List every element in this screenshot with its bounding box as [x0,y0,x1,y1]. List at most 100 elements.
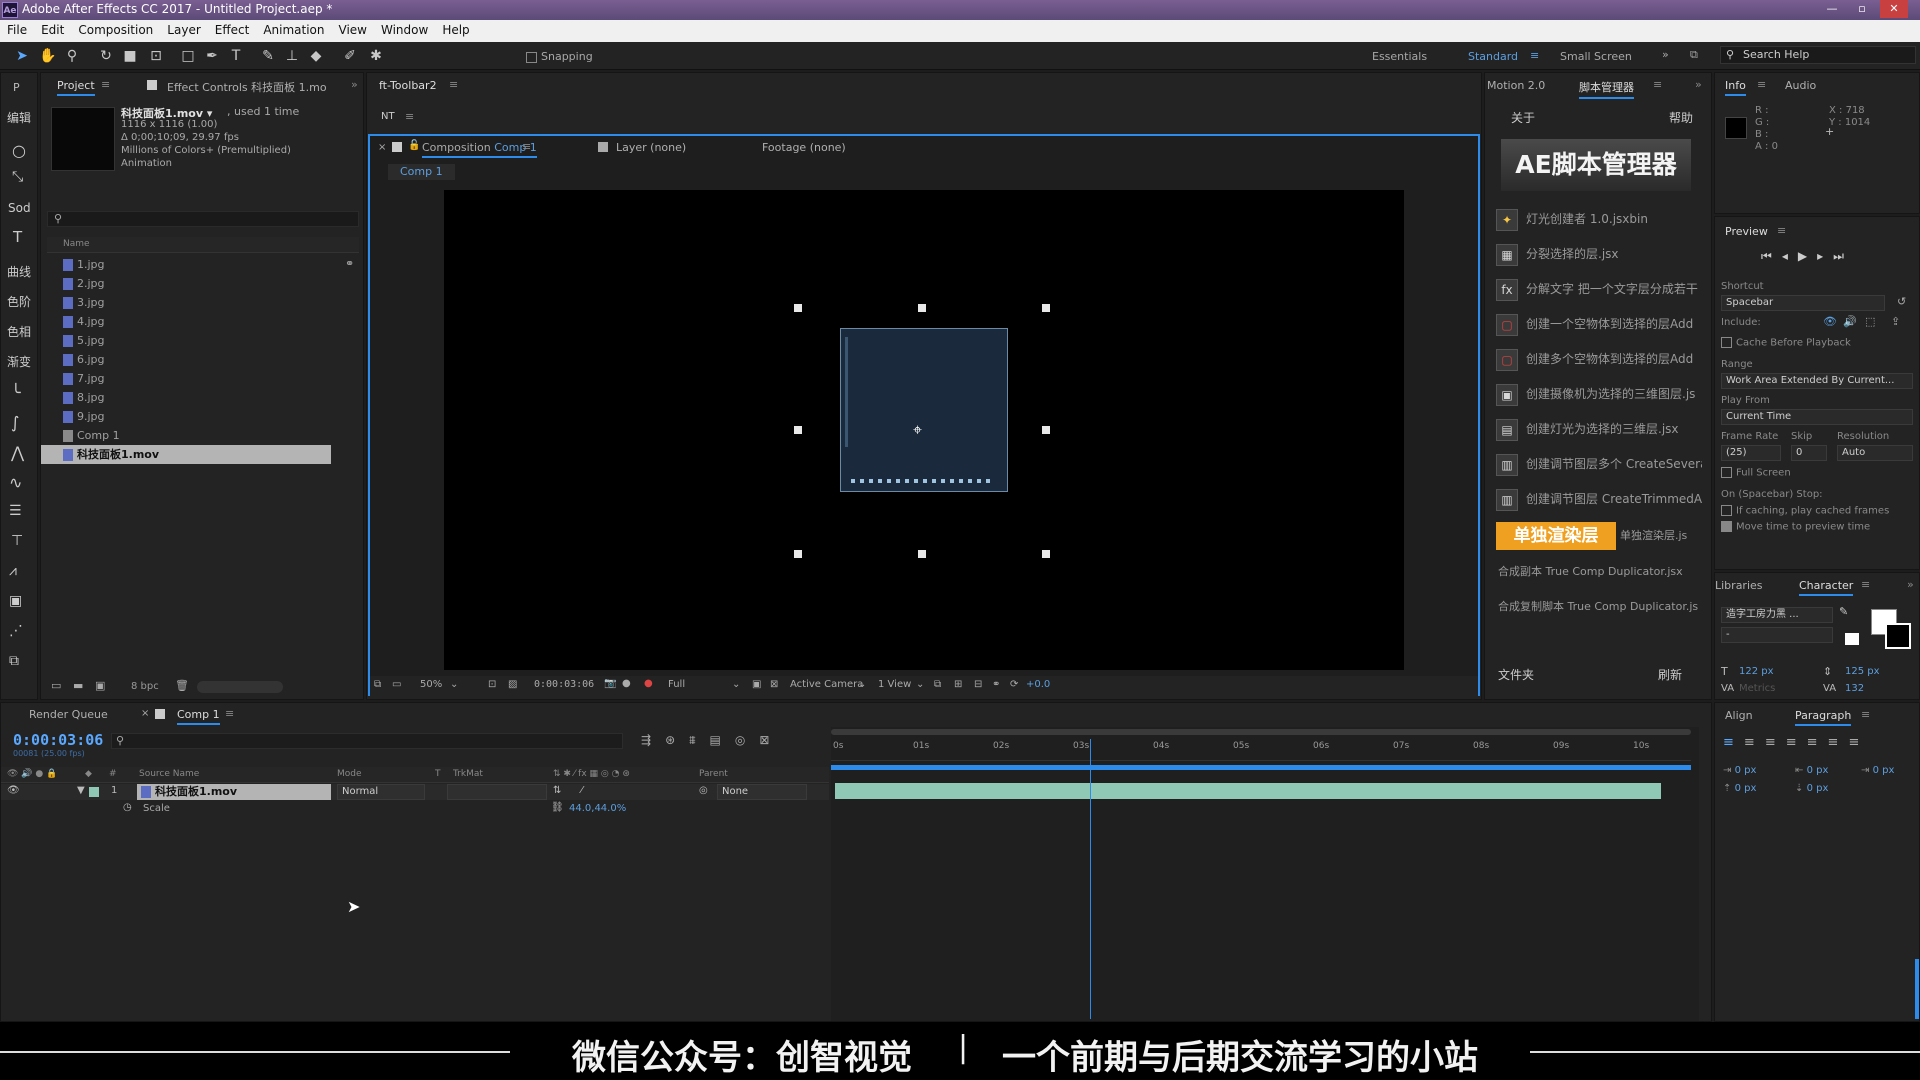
workspace-small-screen[interactable]: Small Screen [1560,50,1632,63]
full-screen-checkbox[interactable] [1721,467,1732,478]
box-icon[interactable]: ▣ [9,593,22,609]
list-item[interactable]: ▥ 创建调节图层 CreateTrimmedAdj [1496,482,1702,516]
current-time-readout[interactable]: 0:00:03:06 [534,679,594,690]
monitor-icon[interactable]: ▭ [392,679,401,690]
justify-center-icon[interactable]: ≡ [1807,735,1828,750]
list-item[interactable]: ▢ 创建一个空物体到选择的层Add [1496,307,1702,341]
strip-item-hue[interactable]: 色相 [7,323,31,340]
list-item-selected[interactable]: 科技面板1.mov [41,445,331,464]
tab-render-queue[interactable]: Render Queue [29,708,108,721]
transform-handle[interactable] [1042,550,1050,558]
comp-breadcrumb[interactable]: Comp 1 [388,164,455,180]
tab-character[interactable]: Character [1799,579,1854,596]
indent-first-line-field[interactable]: ⇥ 0 px [1861,765,1894,776]
timeline-menu-icon[interactable]: ≡ [225,707,234,720]
column-parent[interactable]: Parent [699,769,728,779]
s-curve-icon[interactable]: ∫ [11,413,19,432]
selection-tool-icon[interactable]: ➤ [12,46,32,66]
frame-rate-dropdown[interactable]: (25) [1721,445,1781,461]
exposure-value[interactable]: +0.0 [1026,679,1050,690]
work-area-bar[interactable] [831,765,1691,770]
timeline-timecode[interactable]: 0:00:03:06 [13,731,103,749]
transform-handle[interactable] [794,550,802,558]
zoom-tool-icon[interactable]: ⚲ [62,46,82,66]
table-row[interactable]: 👁 ▼ 1 科技面板1.mov Normal ⇅ ⁄ ◎ None [1,784,829,800]
close-tab-icon[interactable]: × [378,142,386,153]
minimize-icon[interactable]: — [1818,0,1846,18]
flowchart-icon[interactable]: ⚭ [992,679,1000,690]
color-channel-icon[interactable]: ● [644,678,653,689]
list-item[interactable]: 单独渲染层.js [1620,519,1700,553]
space-before-field[interactable]: ⇡ 0 px [1723,783,1756,794]
search-help-input[interactable]: ⚲ Search Help [1720,46,1916,64]
folder-button[interactable]: 文件夹 [1498,666,1534,683]
transform-handle[interactable] [918,304,926,312]
menu-composition[interactable]: Composition [71,20,160,37]
curve-icon[interactable]: ╰ [11,383,21,402]
toggle-transparency-icon[interactable]: ⊠ [770,679,778,690]
menu-window[interactable]: Window [374,20,435,37]
transform-handle[interactable] [1042,304,1050,312]
layer-name[interactable]: 科技面板1.mov [137,784,331,800]
layer-duration-bar[interactable] [835,783,1661,799]
justify-left-icon[interactable]: ≡ [1786,735,1807,750]
transform-handle[interactable] [794,426,802,434]
reset-icon[interactable]: ↺ [1897,295,1906,308]
kerning-value[interactable]: Metrics [1739,683,1775,694]
tracking-value[interactable]: 132 [1845,683,1864,694]
wave-icon[interactable]: ∿ [9,473,22,492]
toggle-pixel-aspect-icon[interactable]: ⧉ [934,679,941,690]
tab-align[interactable]: Align [1725,709,1753,722]
constrain-proportions-icon[interactable]: ⛓ [551,802,564,813]
text-icon[interactable]: T [13,228,22,246]
list-item[interactable]: 合成复制脚本 True Comp Duplicator.js [1498,590,1704,624]
justify-all-icon[interactable]: ≡ [1848,735,1869,750]
region-of-interest-icon[interactable]: ⊡ [488,679,496,690]
menu-layer[interactable]: Layer [160,20,207,37]
play-from-dropdown[interactable]: Current Time [1721,409,1913,425]
list-item[interactable]: ▣ 创建摄像机为选择的三维图层.js [1496,377,1702,411]
clone-stamp-tool-icon[interactable]: ⊥ [282,46,302,66]
space-after-field[interactable]: ⇣ 0 px [1795,783,1828,794]
export-icon[interactable]: ⇪ [1891,315,1900,328]
frame-blending-icon[interactable]: ▤ [710,733,735,747]
character-menu-icon[interactable]: ≡ [1861,578,1870,591]
transform-handle[interactable] [1042,426,1050,434]
first-frame-icon[interactable]: ⏮ [1761,249,1782,263]
table-row[interactable]: ◷ Scale ⛓ 44.0,44.0% [1,801,829,817]
visibility-eye-icon[interactable]: 👁 [7,785,20,796]
resolution-dropdown[interactable]: Full [668,679,685,690]
draft-3d-icon[interactable]: ⊛ [665,733,689,747]
tab-comp-timeline[interactable]: Comp 1 [177,708,220,725]
chevron-down-icon[interactable]: ⌄ [732,679,740,690]
tab-script-manager[interactable]: 脚本管理器 [1579,79,1634,99]
strip-item-curves[interactable]: 曲线 [7,263,31,280]
quality-switch-icon[interactable]: ⁄ [581,785,583,796]
workspace-overflow-icon[interactable]: » [1662,48,1669,61]
list-item[interactable]: 5.jpg [41,331,341,350]
list-item[interactable]: fx 分解文字 把一个文字层分成若干 [1496,272,1702,306]
shy-layers-icon[interactable]: ⩩ [689,733,709,747]
cache-checkbox[interactable] [1721,337,1732,348]
new-composition-icon[interactable]: ▣ [95,679,105,692]
tab-motion[interactable]: Motion 2.0 [1487,79,1545,92]
list-item[interactable]: 2.jpg [41,274,341,293]
ellipse-icon[interactable]: ○ [12,141,26,160]
panel-overflow-icon[interactable]: » [1695,78,1702,91]
flowchart-icon[interactable]: ⚭ [345,257,354,270]
transparency-grid-icon[interactable]: ▨ [508,679,517,690]
column-header-name[interactable]: Name [47,237,359,253]
menu-view[interactable]: View [332,20,374,37]
align-left-icon[interactable]: ≡ [1723,735,1744,750]
workspace-standard[interactable]: Standard [1468,50,1518,63]
lock-icon[interactable]: 🔓 [408,140,420,151]
strip-item-edit[interactable]: 编辑 [7,109,31,126]
comp-mini-flowchart-icon[interactable]: ⇶ [641,733,665,747]
info-menu-icon[interactable]: ≡ [1757,78,1766,91]
workspace-essentials[interactable]: Essentials [1372,50,1427,63]
ft-toolbar-label[interactable]: NT [381,111,395,122]
fast-previews-icon[interactable]: ▣ [752,679,761,690]
camera-tool-icon[interactable]: ■ [120,46,140,66]
close-icon[interactable]: ✕ [1880,0,1908,18]
white-swatch[interactable] [1845,633,1859,645]
